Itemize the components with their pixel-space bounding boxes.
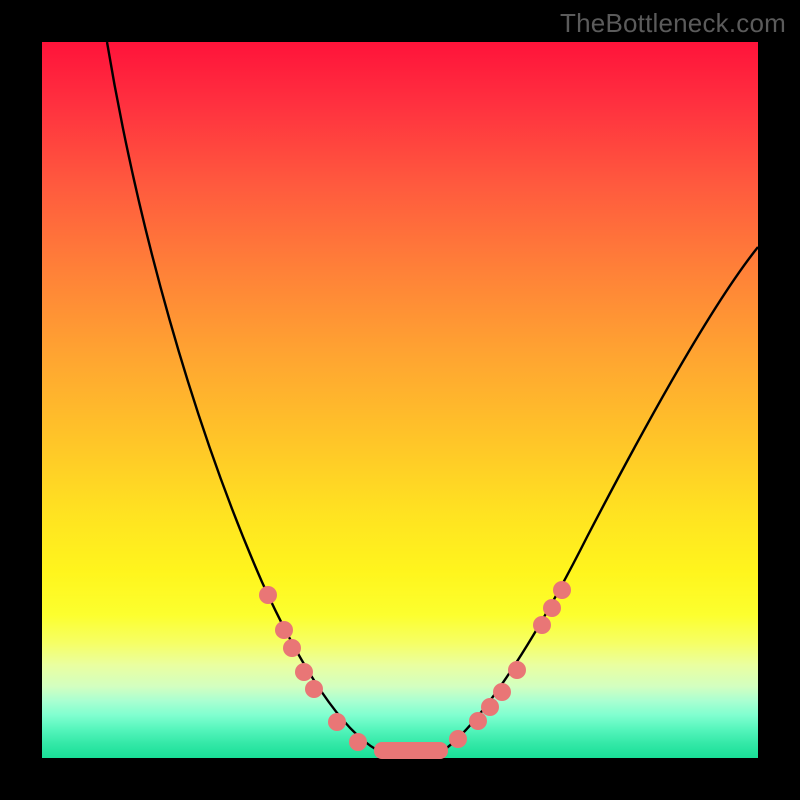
marker-floor-bar — [374, 742, 448, 759]
marker-dot — [493, 683, 511, 701]
marker-dot — [259, 586, 277, 604]
curve-right — [444, 247, 758, 750]
marker-dot — [508, 661, 526, 679]
marker-dot — [328, 713, 346, 731]
plot-area — [42, 42, 758, 758]
marker-dot — [553, 581, 571, 599]
marker-dot — [481, 698, 499, 716]
watermark-text: TheBottleneck.com — [560, 8, 786, 39]
marker-dot — [543, 599, 561, 617]
marker-dot — [533, 616, 551, 634]
marker-dot — [469, 712, 487, 730]
marker-dot — [275, 621, 293, 639]
marker-dot — [305, 680, 323, 698]
marker-dot — [295, 663, 313, 681]
marker-group-right — [449, 581, 571, 748]
marker-dot — [449, 730, 467, 748]
bottleneck-curve — [42, 42, 758, 758]
marker-dot — [349, 733, 367, 751]
curve-left — [107, 42, 377, 750]
chart-frame: TheBottleneck.com — [0, 0, 800, 800]
marker-dot — [283, 639, 301, 657]
